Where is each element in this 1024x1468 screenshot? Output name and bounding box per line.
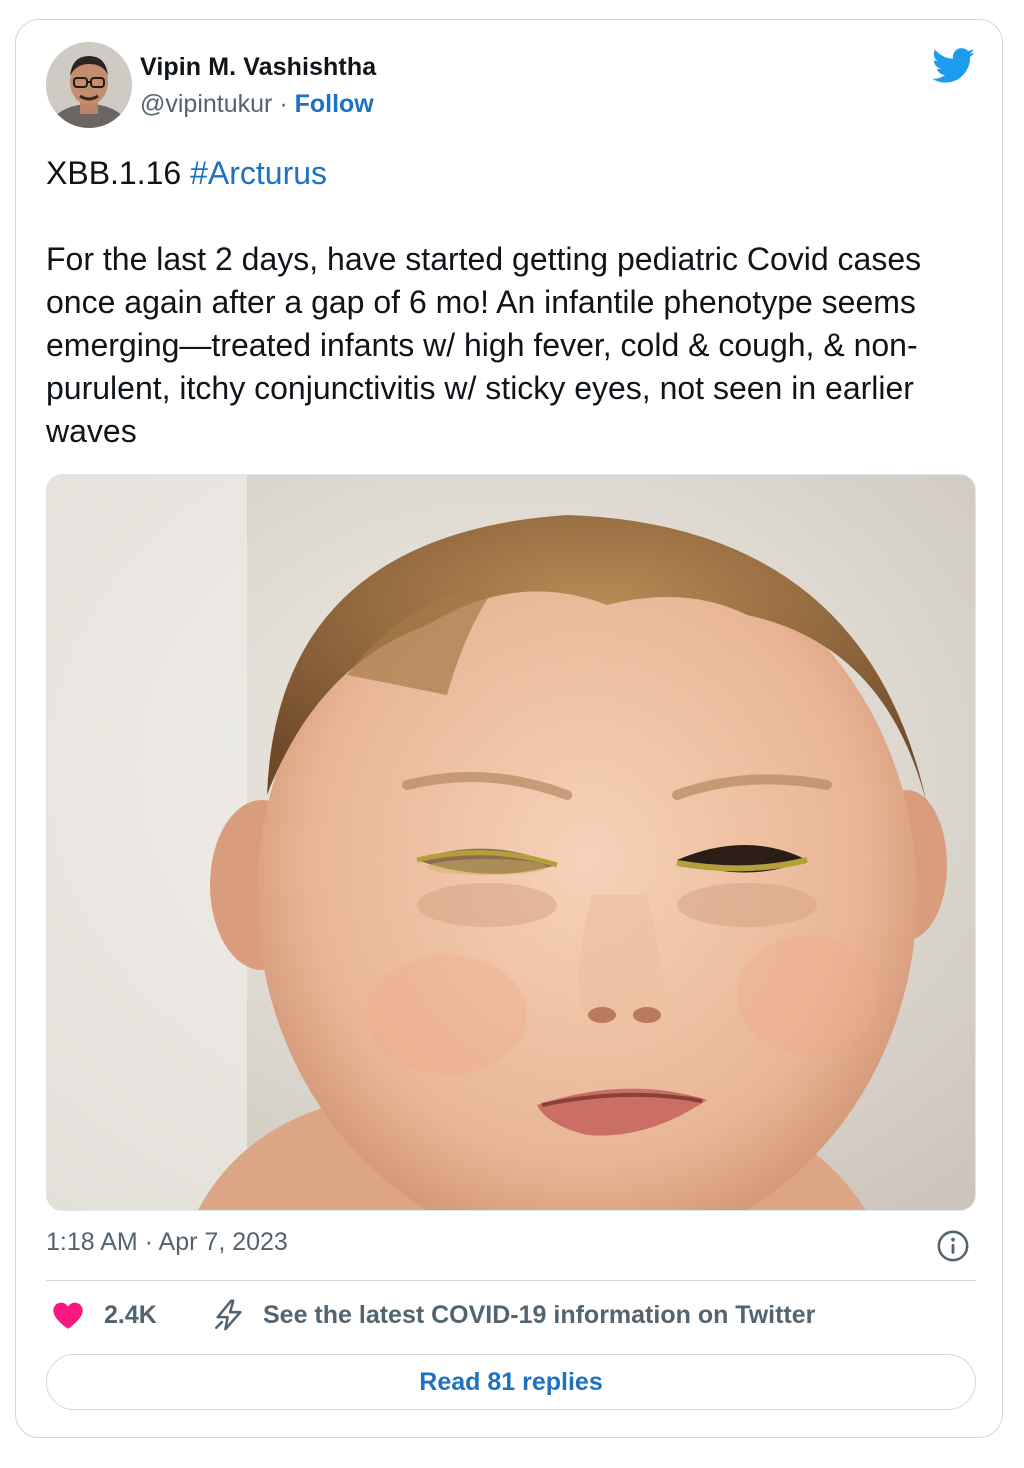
tweet-card: Vipin M. Vashishtha @vipintukur · Follow… [15,19,1003,1438]
avatar[interactable] [46,42,132,128]
infant-photo [47,475,975,1210]
tweet-text: XBB.1.16 #Arcturus For the last 2 days, … [46,152,976,453]
covid-info-link[interactable]: See the latest COVID-19 information on T… [263,1301,815,1330]
like-count[interactable]: 2.4K [104,1301,157,1330]
handle-row: @vipintukur · Follow [140,90,374,119]
lightning-icon[interactable] [212,1298,246,1332]
divider [46,1280,976,1281]
handle-separator: · [272,90,295,118]
tweet-timestamp[interactable]: 1:18 AM · Apr 7, 2023 [46,1228,288,1257]
follow-button[interactable]: Follow [295,90,374,118]
author-name[interactable]: Vipin M. Vashishtha [140,53,376,82]
hashtag-link[interactable]: #Arcturus [190,155,327,191]
tweet-photo[interactable] [46,474,976,1211]
tweet-first-line: XBB.1.16 #Arcturus [46,152,976,195]
variant-label: XBB.1.16 [46,155,191,191]
avatar-photo [46,42,132,128]
tweet-body: For the last 2 days, have started gettin… [46,241,922,449]
info-icon[interactable] [936,1229,970,1263]
read-replies-button[interactable]: Read 81 replies [46,1354,976,1410]
author-handle[interactable]: @vipintukur [140,90,272,118]
heart-icon[interactable] [52,1300,84,1332]
twitter-bird-icon[interactable] [932,48,976,84]
